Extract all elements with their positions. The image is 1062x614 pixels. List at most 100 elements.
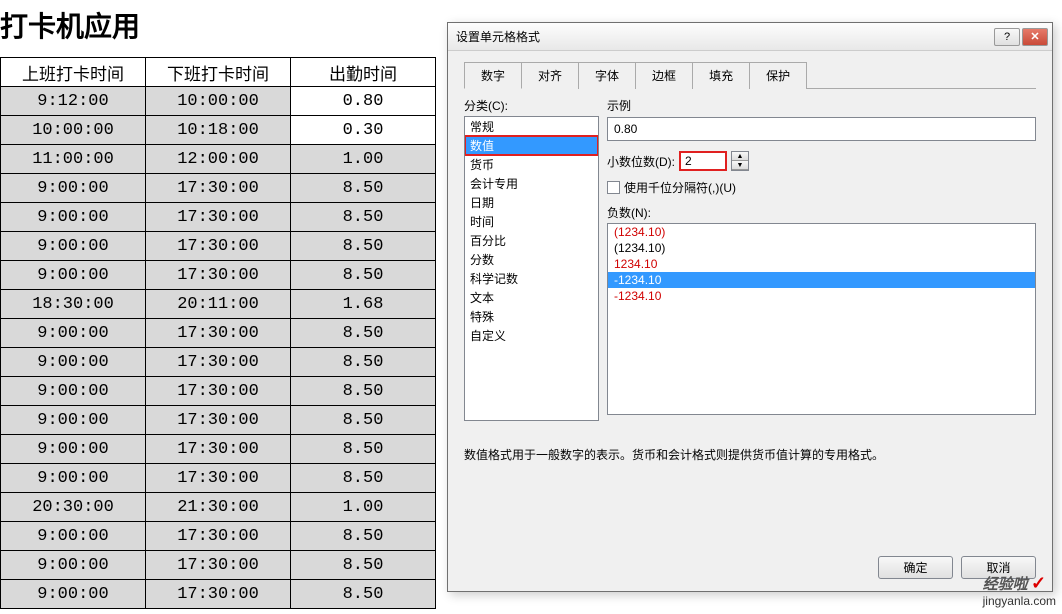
table-cell[interactable]: 17:30:00 [146, 551, 291, 580]
negative-option[interactable]: 1234.10 [608, 256, 1035, 272]
table-cell[interactable]: 9:00:00 [1, 203, 146, 232]
thousands-checkbox[interactable] [607, 181, 620, 194]
table-cell[interactable]: 11:00:00 [1, 145, 146, 174]
table-cell[interactable]: 17:30:00 [146, 232, 291, 261]
col-header[interactable]: 下班打卡时间 [146, 58, 291, 87]
category-item[interactable]: 日期 [465, 193, 598, 212]
table-row[interactable]: 9:00:0017:30:008.50 [1, 406, 436, 435]
category-item[interactable]: 文本 [465, 288, 598, 307]
negative-list[interactable]: (1234.10)(1234.10)1234.10-1234.10-1234.1… [607, 223, 1036, 415]
table-cell[interactable]: 9:00:00 [1, 174, 146, 203]
table-cell[interactable]: 17:30:00 [146, 203, 291, 232]
table-cell[interactable]: 17:30:00 [146, 319, 291, 348]
category-item[interactable]: 自定义 [465, 326, 598, 345]
negative-option[interactable]: -1234.10 [608, 272, 1035, 288]
table-row[interactable]: 9:00:0017:30:008.50 [1, 551, 436, 580]
table-cell[interactable]: 8.50 [291, 232, 436, 261]
category-item[interactable]: 常规 [465, 117, 598, 136]
table-cell[interactable]: 9:00:00 [1, 406, 146, 435]
table-cell[interactable]: 17:30:00 [146, 377, 291, 406]
table-cell[interactable]: 8.50 [291, 261, 436, 290]
close-button[interactable]: ✕ [1022, 28, 1048, 46]
table-cell[interactable]: 9:12:00 [1, 87, 146, 116]
tab-边框[interactable]: 边框 [635, 62, 693, 89]
table-row[interactable]: 9:00:0017:30:008.50 [1, 377, 436, 406]
category-item[interactable]: 特殊 [465, 307, 598, 326]
negative-option[interactable]: (1234.10) [608, 240, 1035, 256]
category-item[interactable]: 分数 [465, 250, 598, 269]
table-cell[interactable]: 21:30:00 [146, 493, 291, 522]
table-cell[interactable]: 1.00 [291, 493, 436, 522]
spinner-up-icon[interactable]: ▲ [732, 152, 748, 161]
table-row[interactable]: 9:00:0017:30:008.50 [1, 232, 436, 261]
table-row[interactable]: 9:00:0017:30:008.50 [1, 522, 436, 551]
table-cell[interactable]: 9:00:00 [1, 348, 146, 377]
table-cell[interactable]: 8.50 [291, 203, 436, 232]
category-item[interactable]: 会计专用 [465, 174, 598, 193]
category-item[interactable]: 时间 [465, 212, 598, 231]
table-cell[interactable]: 8.50 [291, 464, 436, 493]
col-header[interactable]: 上班打卡时间 [1, 58, 146, 87]
table-cell[interactable]: 17:30:00 [146, 348, 291, 377]
table-cell[interactable]: 17:30:00 [146, 406, 291, 435]
table-cell[interactable]: 8.50 [291, 377, 436, 406]
table-cell[interactable]: 1.68 [291, 290, 436, 319]
col-header[interactable]: 出勤时间 [291, 58, 436, 87]
table-row[interactable]: 9:12:0010:00:000.80 [1, 87, 436, 116]
ok-button[interactable]: 确定 [878, 556, 953, 579]
table-cell[interactable]: 10:00:00 [1, 116, 146, 145]
table-cell[interactable]: 9:00:00 [1, 522, 146, 551]
category-item[interactable]: 百分比 [465, 231, 598, 250]
table-cell[interactable]: 9:00:00 [1, 551, 146, 580]
table-cell[interactable]: 17:30:00 [146, 261, 291, 290]
help-button[interactable]: ? [994, 28, 1020, 46]
table-cell[interactable]: 10:00:00 [146, 87, 291, 116]
tab-数字[interactable]: 数字 [464, 62, 522, 89]
table-cell[interactable]: 12:00:00 [146, 145, 291, 174]
table-row[interactable]: 9:00:0017:30:008.50 [1, 580, 436, 609]
table-cell[interactable]: 8.50 [291, 580, 436, 609]
table-cell[interactable]: 8.50 [291, 522, 436, 551]
table-cell[interactable]: 17:30:00 [146, 522, 291, 551]
table-row[interactable]: 9:00:0017:30:008.50 [1, 348, 436, 377]
table-cell[interactable]: 20:30:00 [1, 493, 146, 522]
table-cell[interactable]: 8.50 [291, 174, 436, 203]
table-cell[interactable]: 9:00:00 [1, 435, 146, 464]
decimal-spinner[interactable]: ▲ ▼ [731, 151, 749, 171]
negative-option[interactable]: (1234.10) [608, 224, 1035, 240]
tab-保护[interactable]: 保护 [749, 62, 807, 89]
spinner-down-icon[interactable]: ▼ [732, 161, 748, 170]
table-row[interactable]: 9:00:0017:30:008.50 [1, 464, 436, 493]
table-cell[interactable]: 9:00:00 [1, 319, 146, 348]
tab-字体[interactable]: 字体 [578, 62, 636, 89]
category-list[interactable]: 常规数值货币会计专用日期时间百分比分数科学记数文本特殊自定义 [464, 116, 599, 421]
table-row[interactable]: 9:00:0017:30:008.50 [1, 319, 436, 348]
dialog-titlebar[interactable]: 设置单元格格式 ? ✕ [448, 23, 1052, 51]
table-cell[interactable]: 10:18:00 [146, 116, 291, 145]
table-row[interactable]: 9:00:0017:30:008.50 [1, 261, 436, 290]
table-row[interactable]: 20:30:0021:30:001.00 [1, 493, 436, 522]
table-cell[interactable]: 17:30:00 [146, 580, 291, 609]
table-cell[interactable]: 20:11:00 [146, 290, 291, 319]
table-cell[interactable]: 9:00:00 [1, 580, 146, 609]
tab-对齐[interactable]: 对齐 [521, 62, 579, 89]
table-cell[interactable]: 8.50 [291, 406, 436, 435]
table-cell[interactable]: 8.50 [291, 551, 436, 580]
table-row[interactable]: 9:00:0017:30:008.50 [1, 435, 436, 464]
table-cell[interactable]: 17:30:00 [146, 435, 291, 464]
table-cell[interactable]: 9:00:00 [1, 232, 146, 261]
table-row[interactable]: 9:00:0017:30:008.50 [1, 203, 436, 232]
table-cell[interactable]: 9:00:00 [1, 377, 146, 406]
table-row[interactable]: 10:00:0010:18:000.30 [1, 116, 436, 145]
table-cell[interactable]: 8.50 [291, 435, 436, 464]
category-item[interactable]: 数值 [465, 136, 598, 155]
table-cell[interactable]: 9:00:00 [1, 464, 146, 493]
table-cell[interactable]: 18:30:00 [1, 290, 146, 319]
category-item[interactable]: 科学记数 [465, 269, 598, 288]
decimal-places-input[interactable] [679, 151, 727, 171]
table-row[interactable]: 11:00:0012:00:001.00 [1, 145, 436, 174]
table-cell[interactable]: 17:30:00 [146, 464, 291, 493]
negative-option[interactable]: -1234.10 [608, 288, 1035, 304]
tab-填充[interactable]: 填充 [692, 62, 750, 89]
table-row[interactable]: 18:30:0020:11:001.68 [1, 290, 436, 319]
